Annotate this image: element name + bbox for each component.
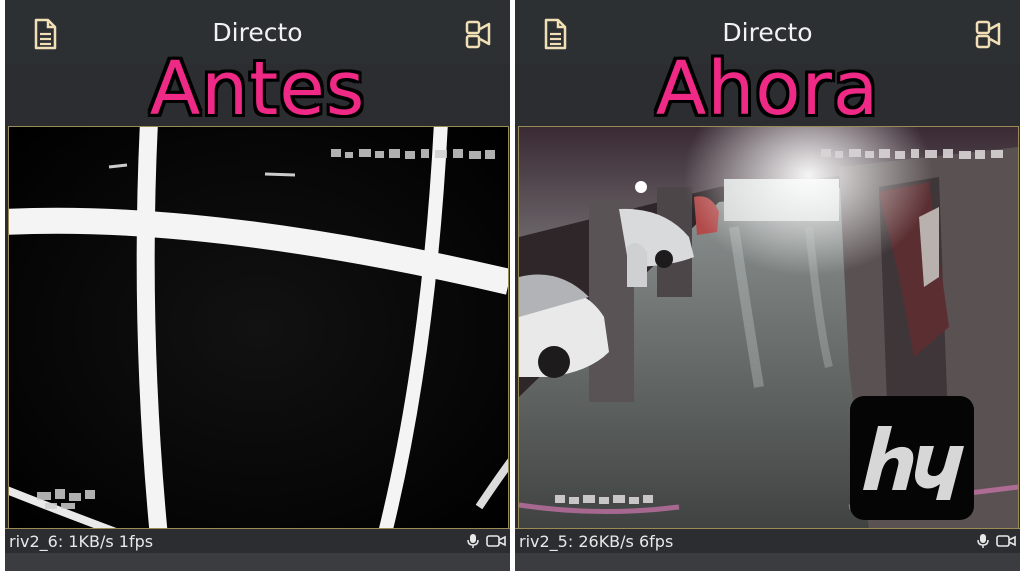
bottom-strip (515, 553, 1020, 571)
bottom-strip (5, 553, 510, 571)
ir-camera-image (9, 127, 508, 530)
microphone-icon[interactable] (976, 533, 990, 549)
camera-panel-right: Directo Ahora riv2_5: 26KB/s 6fps (515, 0, 1020, 571)
microphone-icon[interactable] (466, 533, 480, 549)
overlay-label-after: Ahora (655, 46, 880, 132)
camera-panel-left: Directo Antes riv2_6: 1KB/s 1fps (5, 0, 510, 571)
page-title: Directo (212, 18, 303, 47)
stream-status-bar: riv2_5: 26KB/s 6fps (515, 528, 1020, 553)
stream-info: riv2_6: 1KB/s 1fps (9, 532, 154, 551)
camera-icon[interactable] (996, 534, 1016, 548)
stream-status-bar: riv2_6: 1KB/s 1fps (5, 528, 510, 553)
stream-info: riv2_5: 26KB/s 6fps (519, 532, 674, 551)
brand-logo (850, 396, 974, 520)
brand-logo-mark (863, 426, 964, 500)
camera-icon[interactable] (486, 534, 506, 548)
camera-feed-night-vision[interactable] (8, 126, 509, 531)
page-title: Directo (722, 18, 813, 47)
overlay-label-before: Antes (149, 46, 366, 132)
